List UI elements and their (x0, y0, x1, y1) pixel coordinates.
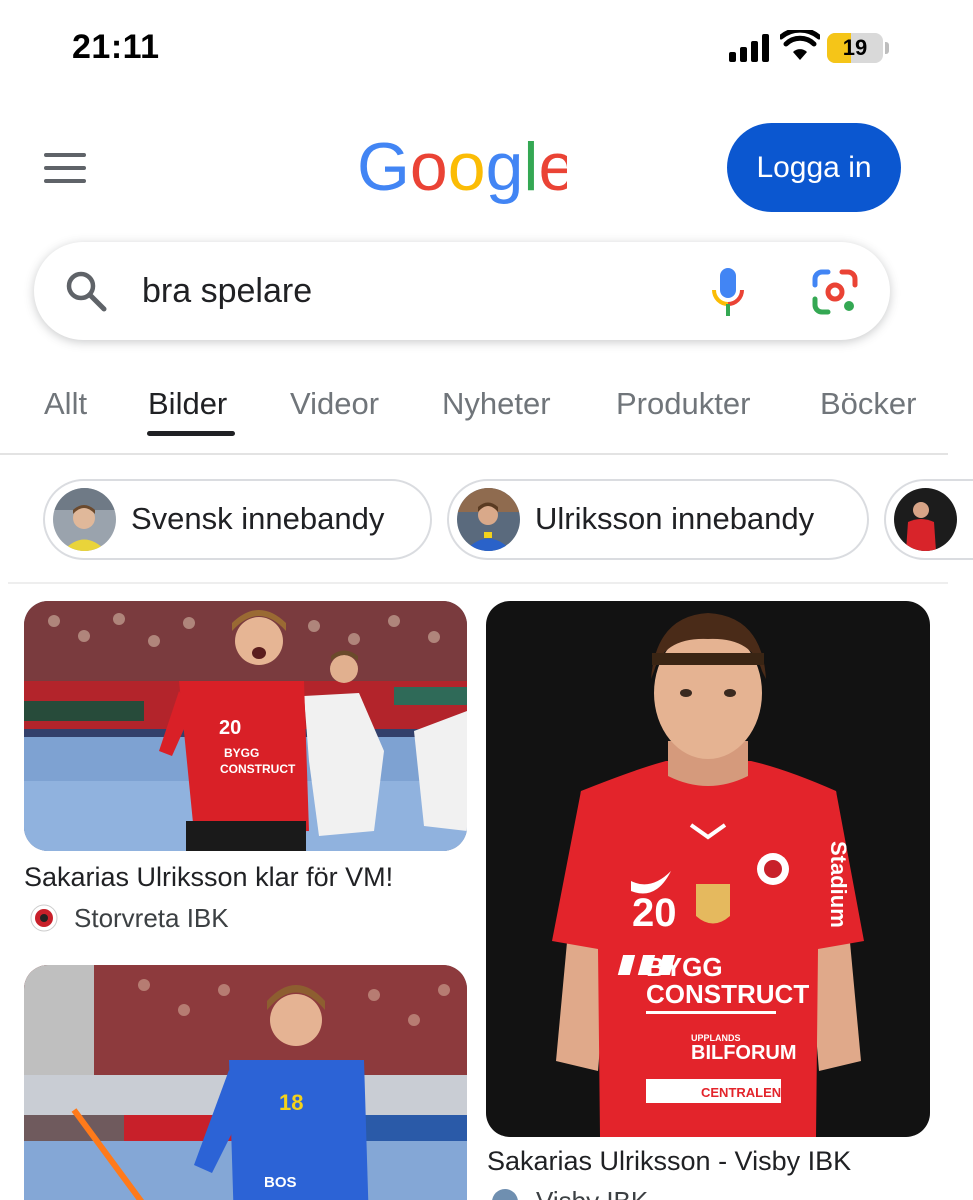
jersey-sponsor-blue: BOS (264, 1174, 297, 1191)
search-icon[interactable] (64, 269, 108, 313)
result-source-2[interactable]: Visby IBK (536, 1186, 648, 1200)
hamburger-menu-icon[interactable] (44, 153, 86, 183)
chip-thumbnail (894, 488, 957, 551)
result-image-2[interactable]: 20 BYGG CONSTRUCT UPPLANDS BILFORUM CENT… (486, 601, 930, 1137)
battery-level: 19 (842, 35, 868, 60)
chip-label: Ulriksson innebandy (535, 501, 815, 536)
search-input[interactable] (142, 266, 682, 316)
battery-icon: 19 (827, 33, 883, 63)
search-box[interactable] (34, 242, 890, 340)
chip-thumbnail (457, 488, 520, 551)
microphone-icon[interactable] (710, 266, 746, 318)
tab-nyheter[interactable]: Nyheter (442, 386, 551, 422)
chip-thumbnail (53, 488, 116, 551)
chips-divider (8, 582, 948, 584)
result-title-1[interactable]: Sakarias Ulriksson klar för VM! (24, 862, 393, 893)
chip-svensk-innebandy[interactable]: Svensk innebandy (43, 479, 432, 560)
storvreta-logo-icon (30, 904, 58, 932)
tab-bilder[interactable]: Bilder (148, 386, 227, 422)
battery-tip (885, 42, 889, 54)
jersey-sponsor-2: CONSTRUCT (220, 762, 296, 776)
jersey-sponsor-bottom: CENTRALEN (701, 1085, 781, 1100)
result-image-3[interactable]: 18 BOS (24, 965, 467, 1200)
tab-allt[interactable]: Allt (44, 386, 87, 422)
jersey-sponsor-1: BYGG (646, 952, 723, 982)
jersey-number: 20 (632, 891, 677, 935)
status-bar: 21:11 19 (0, 0, 973, 100)
result-image-1[interactable]: 20 BYGG CONSTRUCT (24, 601, 467, 851)
tab-videor[interactable]: Videor (290, 386, 379, 422)
tab-produkter[interactable]: Produkter (616, 386, 750, 422)
chip-partial[interactable] (884, 479, 973, 560)
tabs-divider (0, 453, 948, 455)
search-tabs: Allt Bilder Videor Nyheter Produkter Böc… (0, 372, 973, 454)
google-lens-icon[interactable] (812, 269, 858, 315)
svg-text:Google: Google (357, 130, 567, 205)
result-source-1[interactable]: Storvreta IBK (74, 903, 229, 934)
chip-label: Svensk innebandy (131, 501, 385, 536)
google-logo: Google (357, 130, 567, 205)
login-button[interactable]: Logga in (727, 123, 901, 212)
jersey-sponsor-side: Stadium (826, 841, 851, 928)
tab-bocker[interactable]: Böcker (820, 386, 916, 422)
jersey-sponsor-3: BILFORUM (691, 1042, 797, 1064)
result-title-2[interactable]: Sakarias Ulriksson - Visby IBK (487, 1146, 851, 1177)
jersey-sponsor-2: CONSTRUCT (646, 979, 809, 1009)
chip-ulriksson-innebandy[interactable]: Ulriksson innebandy (447, 479, 869, 560)
cellular-signal-icon (729, 34, 771, 62)
wifi-icon (780, 30, 820, 60)
jersey-number-blue: 18 (279, 1090, 303, 1115)
status-time: 21:11 (72, 28, 160, 66)
active-tab-indicator (147, 431, 235, 436)
visby-logo-icon (492, 1189, 518, 1200)
jersey-sponsor-1: BYGG (224, 746, 259, 760)
jersey-number: 20 (219, 717, 241, 739)
